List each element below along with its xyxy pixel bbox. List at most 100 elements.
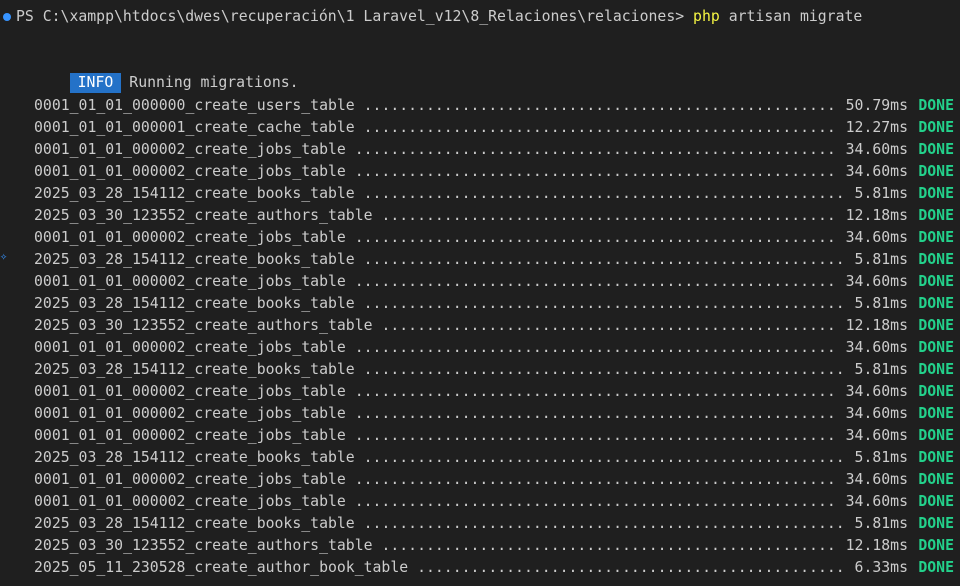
- migration-name: 0001_01_01_000002_create_jobs_table ....…: [34, 427, 836, 444]
- migration-status: DONE: [918, 317, 954, 334]
- migration-name: 2025_03_30_123552_create_authors_table .…: [34, 537, 836, 554]
- migration-status: DONE: [918, 251, 954, 268]
- migration-time: 34.60ms: [845, 405, 908, 422]
- migration-status: DONE: [918, 163, 954, 180]
- migration-name: 2025_03_28_154112_create_books_table ...…: [34, 515, 845, 532]
- migration-status: DONE: [918, 471, 954, 488]
- migration-name: 0001_01_01_000000_create_users_table ...…: [34, 97, 836, 114]
- migration-name: 0001_01_01_000002_create_jobs_table ....…: [34, 141, 836, 158]
- migration-time: 34.60ms: [845, 383, 908, 400]
- migration-row: 2025_03_28_154112_create_books_table ...…: [34, 249, 954, 271]
- migration-time: 34.60ms: [845, 471, 908, 488]
- prompt-text: PS C:\xampp\htdocs\dwes\recuperación\1 L…: [16, 6, 862, 28]
- dot-leader: ........................................…: [372, 537, 836, 554]
- migration-name: 2025_03_28_154112_create_books_table ...…: [34, 251, 845, 268]
- migration-status: DONE: [918, 493, 954, 510]
- migration-list: 0001_01_01_000000_create_users_table ...…: [34, 95, 954, 579]
- migration-status: DONE: [918, 119, 954, 136]
- prompt-path: PS C:\xampp\htdocs\dwes\recuperación\1 L…: [16, 8, 694, 25]
- command-php: php: [693, 8, 720, 25]
- migration-row: 2025_03_28_154112_create_books_table ...…: [34, 359, 954, 381]
- migration-row: 2025_03_28_154112_create_books_table ...…: [34, 513, 954, 535]
- migration-status: DONE: [918, 295, 954, 312]
- prompt-line: PS C:\xampp\htdocs\dwes\recuperación\1 L…: [0, 6, 862, 28]
- migration-time: 5.81ms: [854, 361, 908, 378]
- dot-leader: ........................................…: [372, 207, 836, 224]
- dot-leader: ........................................…: [345, 141, 836, 158]
- migration-status: DONE: [918, 405, 954, 422]
- migration-status: DONE: [918, 515, 954, 532]
- migration-status: DONE: [918, 273, 954, 290]
- migration-status: DONE: [918, 383, 954, 400]
- command-args: artisan migrate: [719, 8, 863, 25]
- command-decoration-dot-icon[interactable]: [3, 13, 11, 21]
- migration-row: 2025_03_30_123552_create_authors_table .…: [34, 315, 954, 337]
- migration-time: 34.60ms: [845, 273, 908, 290]
- dot-leader: ........................................…: [354, 119, 836, 136]
- migration-time: 12.18ms: [845, 537, 908, 554]
- migration-name: 0001_01_01_000002_create_jobs_table ....…: [34, 229, 836, 246]
- migration-row: 0001_01_01_000002_create_jobs_table ....…: [34, 403, 954, 425]
- migration-status: DONE: [918, 449, 954, 466]
- dot-leader: ........................................…: [408, 559, 845, 576]
- migration-status: DONE: [918, 207, 954, 224]
- dot-leader: ........................................…: [345, 471, 836, 488]
- migration-status: DONE: [918, 559, 954, 576]
- migration-time: 5.81ms: [854, 295, 908, 312]
- migration-row: 0001_01_01_000002_create_jobs_table ....…: [34, 161, 954, 183]
- migration-name: 0001_01_01_000002_create_jobs_table ....…: [34, 383, 836, 400]
- migration-time: 34.60ms: [845, 141, 908, 158]
- migration-status: DONE: [918, 339, 954, 356]
- migration-status: DONE: [918, 361, 954, 378]
- migration-row: 2025_03_30_123552_create_authors_table .…: [34, 535, 954, 557]
- dot-leader: ........................................…: [345, 405, 836, 422]
- migration-time: 5.81ms: [854, 251, 908, 268]
- migration-name: 2025_05_11_230528_create_author_book_tab…: [34, 559, 845, 576]
- dot-leader: ........................................…: [354, 361, 845, 378]
- migration-name: 0001_01_01_000001_create_cache_table ...…: [34, 119, 836, 136]
- migration-row: 0001_01_01_000002_create_jobs_table ....…: [34, 381, 954, 403]
- migration-time: 12.18ms: [845, 207, 908, 224]
- migration-status: DONE: [918, 141, 954, 158]
- migration-time: 34.60ms: [845, 493, 908, 510]
- migration-row: 0001_01_01_000002_create_jobs_table ....…: [34, 271, 954, 293]
- info-line: INFO Running migrations.: [34, 50, 299, 93]
- migration-name: 0001_01_01_000002_create_jobs_table ....…: [34, 493, 836, 510]
- dot-leader: ........................................…: [354, 449, 845, 466]
- migration-time: 34.60ms: [845, 427, 908, 444]
- migration-status: DONE: [918, 97, 954, 114]
- migration-time: 12.27ms: [845, 119, 908, 136]
- migration-row: 0001_01_01_000002_create_jobs_table ....…: [34, 139, 954, 161]
- dot-leader: ........................................…: [345, 383, 836, 400]
- dot-leader: ........................................…: [354, 295, 845, 312]
- migration-time: 34.60ms: [845, 163, 908, 180]
- migration-row: 0001_01_01_000002_create_jobs_table ....…: [34, 227, 954, 249]
- terminal-panel[interactable]: PS C:\xampp\htdocs\dwes\recuperación\1 L…: [0, 0, 960, 586]
- migration-name: 0001_01_01_000002_create_jobs_table ....…: [34, 163, 836, 180]
- migration-row: 2025_03_28_154112_create_books_table ...…: [34, 293, 954, 315]
- dot-leader: ........................................…: [345, 339, 836, 356]
- info-message: Running migrations.: [129, 74, 299, 91]
- migration-status: DONE: [918, 537, 954, 554]
- migration-status: DONE: [918, 427, 954, 444]
- migration-name: 2025_03_28_154112_create_books_table ...…: [34, 449, 845, 466]
- migration-row: 0001_01_01_000000_create_users_table ...…: [34, 95, 954, 117]
- migration-time: 5.81ms: [854, 449, 908, 466]
- migration-time: 50.79ms: [845, 97, 908, 114]
- info-badge: INFO: [69, 73, 122, 93]
- migration-name: 0001_01_01_000002_create_jobs_table ....…: [34, 405, 836, 422]
- migration-time: 5.81ms: [854, 185, 908, 202]
- dot-leader: ........................................…: [345, 163, 836, 180]
- migration-name: 0001_01_01_000002_create_jobs_table ....…: [34, 339, 836, 356]
- migration-status: DONE: [918, 229, 954, 246]
- dot-leader: ........................................…: [345, 493, 836, 510]
- migration-row: 2025_05_11_230528_create_author_book_tab…: [34, 557, 954, 579]
- dot-leader: ........................................…: [354, 97, 836, 114]
- dot-leader: ........................................…: [345, 229, 836, 246]
- migration-row: 0001_01_01_000001_create_cache_table ...…: [34, 117, 954, 139]
- migration-row: 0001_01_01_000002_create_jobs_table ....…: [34, 491, 954, 513]
- migration-row: 0001_01_01_000002_create_jobs_table ....…: [34, 425, 954, 447]
- migration-name: 2025_03_30_123552_create_authors_table .…: [34, 317, 836, 334]
- migration-time: 34.60ms: [845, 229, 908, 246]
- sparkle-icon[interactable]: ✧: [0, 249, 14, 263]
